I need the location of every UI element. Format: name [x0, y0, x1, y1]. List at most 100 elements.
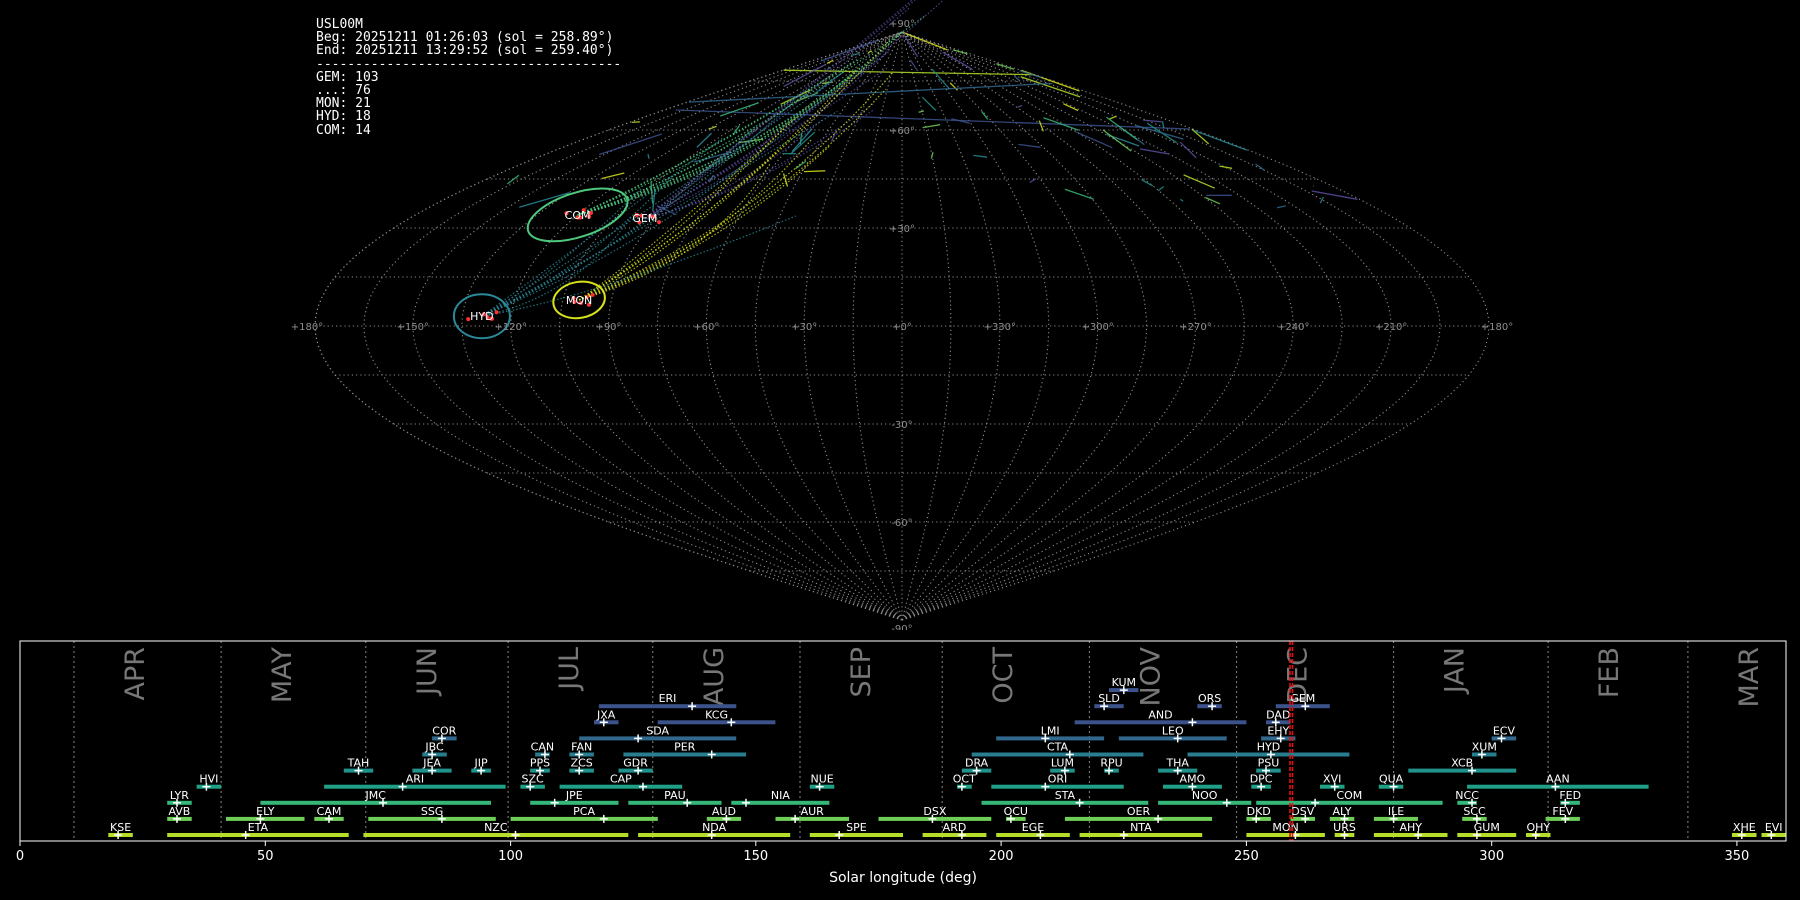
shower-label-ohy: OHY — [1526, 821, 1550, 834]
shower-label-jpe: JPE — [565, 789, 583, 802]
radiant-label-com: COM — [565, 209, 591, 222]
shower-label-ile: ILE — [1388, 805, 1404, 818]
shower-label-qua: QUA — [1379, 773, 1404, 786]
meteor-track — [996, 63, 1015, 70]
shower-label-sda: SDA — [646, 724, 669, 737]
shower-label-dkd: DKD — [1247, 805, 1271, 818]
shower-label-nta: NTA — [1130, 821, 1152, 834]
meteor-track — [981, 110, 989, 120]
meteor-track — [598, 133, 663, 156]
month-label-jan: JAN — [1440, 647, 1471, 695]
shower-label-amo: AMO — [1180, 773, 1206, 786]
meteor-track — [578, 128, 784, 301]
shower-label-gum: GUM — [1474, 821, 1500, 834]
meteor-track — [644, 6, 911, 219]
meteor-track — [601, 172, 625, 180]
month-label-jul: JUL — [554, 647, 585, 692]
longitude-label: +270° — [1179, 322, 1211, 333]
month-label-apr: APR — [120, 647, 151, 701]
x-tick-label: 350 — [1724, 849, 1749, 864]
shower-label-ssg: SSG — [421, 805, 444, 818]
shower-label-leo: LEO — [1162, 724, 1184, 737]
shower-label-tah: TAH — [347, 757, 370, 770]
longitude-label: +30° — [791, 322, 817, 333]
meteor-track — [973, 154, 988, 158]
shower-label-noo: NOO — [1192, 789, 1218, 802]
radiant-label-hyd: HYD — [470, 310, 493, 323]
shower-label-dad: DAD — [1266, 708, 1290, 721]
longitude-label: +180° — [1481, 322, 1513, 333]
meteor-track — [1102, 129, 1132, 152]
longitude-label: +300° — [1081, 322, 1113, 333]
radiant-point — [494, 310, 499, 315]
shower-label-jea: JEA — [422, 757, 441, 770]
shower-label-cap: CAP — [610, 773, 632, 786]
meteor-track — [644, 51, 889, 219]
shower-label-szc: SZC — [521, 773, 544, 786]
longitude-label: +0° — [892, 322, 912, 333]
meteor-track — [1183, 174, 1216, 189]
meteor-track — [1141, 179, 1154, 187]
x-tick-label: 0 — [16, 849, 24, 864]
shower-label-aly: ALY — [1333, 805, 1352, 818]
radiant-label-mon: MON — [566, 294, 592, 307]
meteor-track — [577, 15, 925, 216]
longitude-label: +330° — [984, 322, 1016, 333]
shower-label-xvi: XVI — [1323, 773, 1341, 786]
meteor-track — [577, 75, 852, 216]
shower-label-and: AND — [1148, 708, 1172, 721]
meteor-track — [577, 74, 832, 216]
meteor-track — [519, 192, 570, 208]
meteor-track — [688, 82, 1053, 103]
shower-label-kum: KUM — [1112, 676, 1136, 689]
shower-bars: KUM ERI SLD ORS GEM JXA KCG AND DAD COR SDA LMI LEO E… — [108, 676, 1786, 839]
shower-label-jxa: JXA — [596, 708, 616, 721]
x-tick-label: 300 — [1479, 849, 1504, 864]
meteor-track — [481, 215, 632, 317]
shower-label-nia: NIA — [771, 789, 790, 802]
meteor-track — [696, 132, 713, 148]
shower-label-ncc: NCC — [1455, 789, 1479, 802]
shower-label-sta: STA — [1055, 789, 1076, 802]
shower-label-nda: NDA — [702, 821, 727, 834]
shower-label-jip: JIP — [474, 757, 488, 770]
month-label-jun: JUN — [412, 647, 443, 697]
meteor-track — [783, 69, 1035, 76]
shower-label-ori: ORI — [1048, 773, 1068, 786]
sky-map: COM GEM MON HYD +180° +150° +120° +90° +60° +30°… — [291, 0, 1513, 630]
shower-label-tha: THA — [1165, 757, 1189, 770]
shower-label-gdr: GDR — [623, 757, 648, 770]
meteor-track — [644, 0, 913, 219]
shower-label-evi: EVI — [1765, 821, 1783, 834]
meteor-track — [1161, 121, 1165, 128]
latitude-label: -30° — [891, 420, 912, 431]
shower-label-pca: PCA — [573, 805, 595, 818]
meteor-track — [1018, 143, 1041, 148]
meteor-track — [1109, 115, 1117, 120]
month-label-aug: AUG — [699, 647, 730, 706]
meteor-track — [930, 152, 934, 159]
meteor-track — [1319, 196, 1324, 204]
meteor-track — [918, 110, 925, 113]
shower-label-aur: AUR — [801, 805, 825, 818]
meteor-track — [481, 187, 642, 317]
shower-label-fev: FEV — [1552, 805, 1573, 818]
shower-label-lmi: LMI — [1041, 724, 1060, 737]
shower-label-lyr: LYR — [170, 789, 189, 802]
meteor-track — [631, 121, 640, 124]
latitude-label: +30° — [889, 224, 915, 235]
shower-label-xum: XUM — [1472, 741, 1497, 754]
meteor-track — [1063, 103, 1079, 112]
x-axis-label: Solar longitude (deg) — [829, 870, 977, 886]
shower-label-cam: CAM — [317, 805, 342, 818]
shower-label-hyd: HYD — [1257, 741, 1280, 754]
meteor-track — [803, 170, 826, 173]
shower-label-oct: OCT — [953, 773, 976, 786]
meteor-track — [1180, 198, 1184, 202]
shower-label-kcg: KCG — [705, 708, 728, 721]
meteor-track — [1311, 190, 1358, 200]
shower-timeline-chart: APR MAY JUN JUL AUG SEP OCT NOV DEC JAN FEB MAR KUM… — [16, 640, 1787, 886]
shower-label-ecv: ECV — [1493, 724, 1516, 737]
shower-label-dpc: DPC — [1250, 773, 1273, 786]
shower-label-pps: PPS — [530, 757, 550, 770]
